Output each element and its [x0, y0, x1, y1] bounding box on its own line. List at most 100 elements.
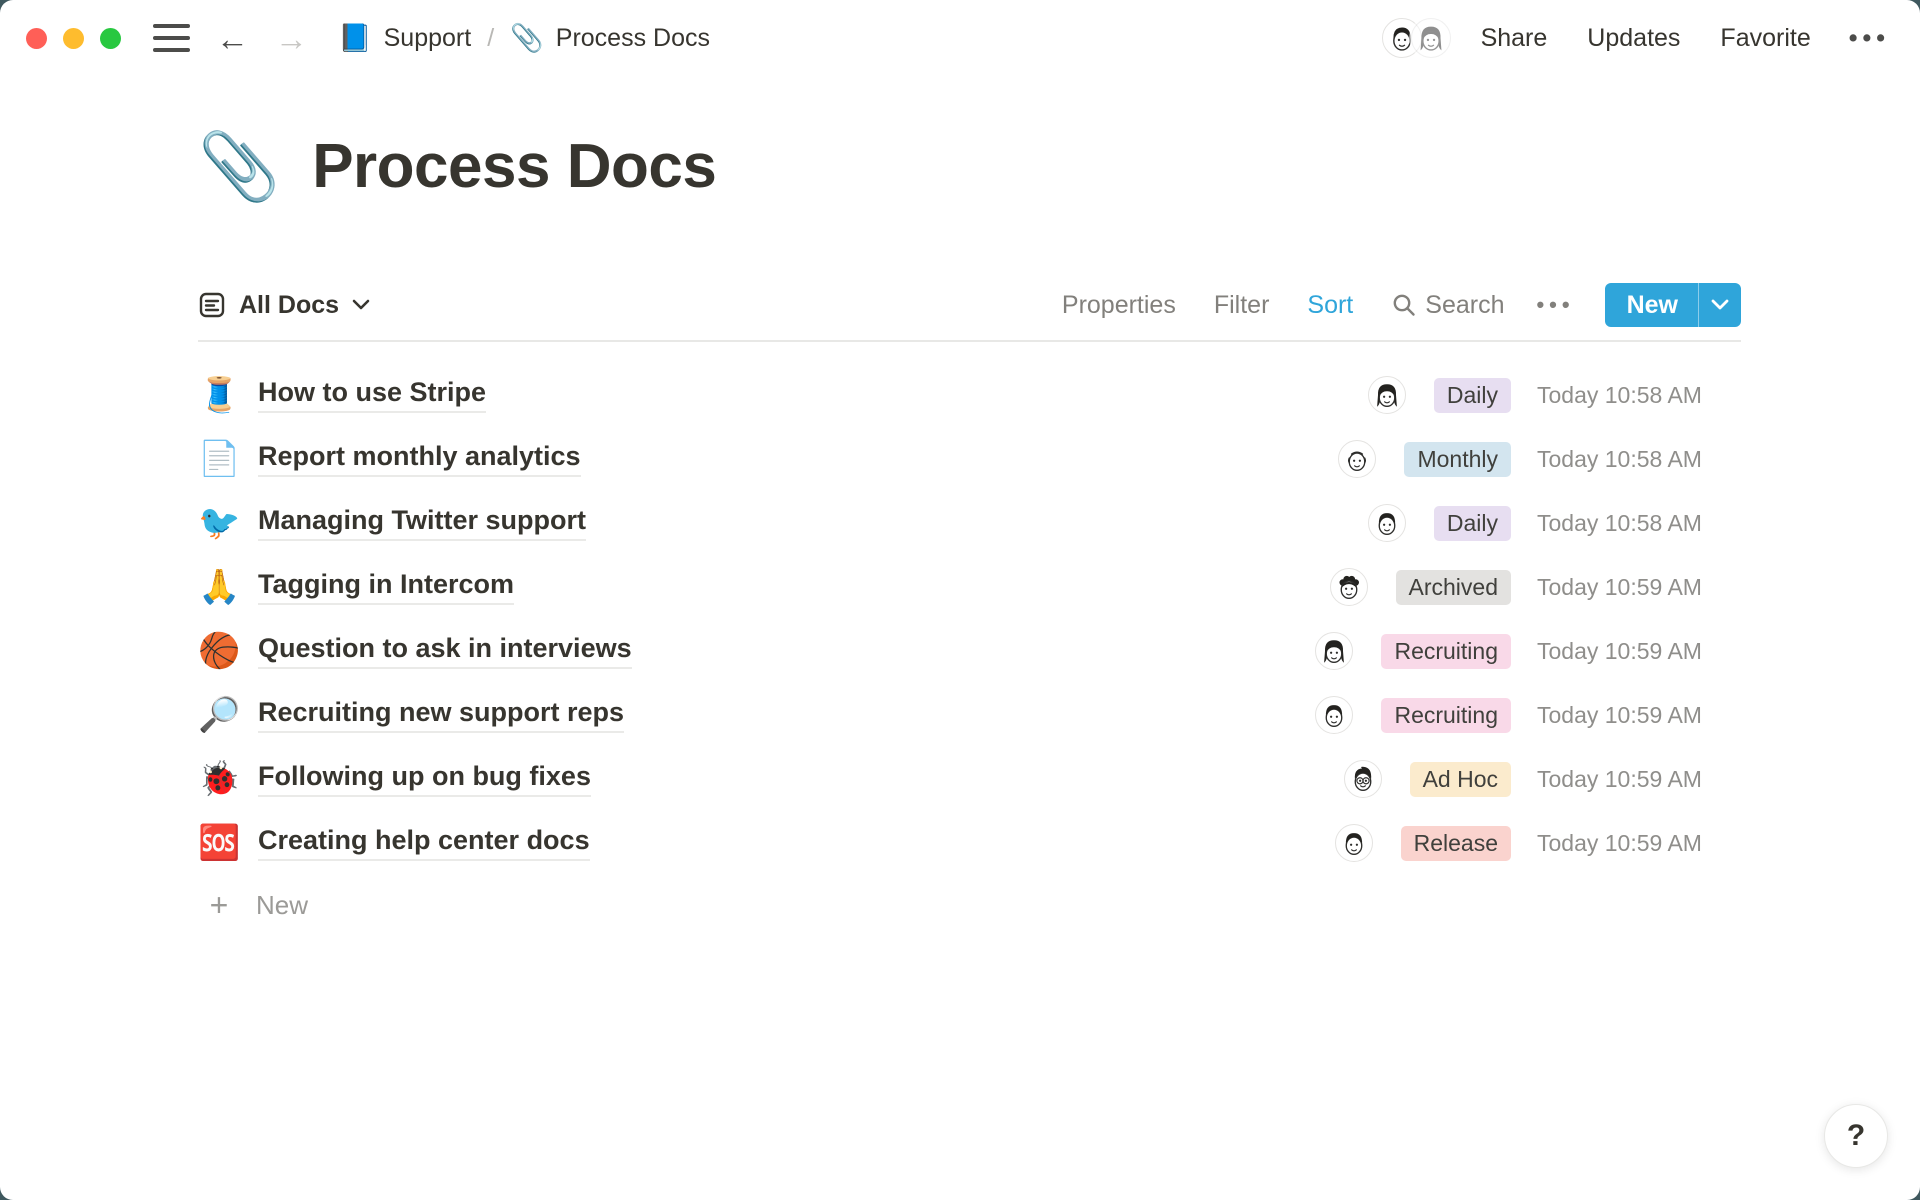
- doc-title[interactable]: Following up on bug fixes: [258, 761, 591, 797]
- new-doc-dropdown[interactable]: [1698, 283, 1741, 327]
- tag-badge[interactable]: Recruiting: [1381, 634, 1511, 669]
- person-avatar[interactable]: [1338, 440, 1376, 478]
- favorite-button[interactable]: Favorite: [1720, 24, 1810, 53]
- table-row[interactable]: 🐦 Managing Twitter support Daily Today 1…: [198, 491, 1741, 555]
- sort-button[interactable]: Sort: [1307, 291, 1353, 320]
- tag-badge[interactable]: Recruiting: [1381, 698, 1511, 733]
- doc-cell[interactable]: 🐞 Following up on bug fixes: [198, 761, 1151, 797]
- person-avatar[interactable]: [1368, 504, 1406, 542]
- doc-title[interactable]: Report monthly analytics: [258, 441, 581, 477]
- tag-badge[interactable]: Release: [1401, 826, 1511, 861]
- person-avatar[interactable]: [1315, 696, 1353, 734]
- top-bar: ← → 📘 Support / 📎 Process Docs Share Upd…: [0, 0, 1920, 76]
- table-row[interactable]: 🐞 Following up on bug fixes Ad Hoc Today…: [198, 747, 1741, 811]
- filter-button[interactable]: Filter: [1214, 291, 1270, 320]
- person-avatar[interactable]: [1344, 760, 1382, 798]
- person-and-tag-cell: Monthly: [1151, 440, 1511, 478]
- doc-title[interactable]: Question to ask in interviews: [258, 633, 632, 669]
- person-avatar[interactable]: [1335, 824, 1373, 862]
- table-row[interactable]: 🏀 Question to ask in interviews Recruiti…: [198, 619, 1741, 683]
- close-button[interactable]: [26, 28, 47, 49]
- breadcrumb: 📘 Support / 📎 Process Docs: [338, 22, 710, 54]
- view-toolbar: All Docs Properties Filter Sort Search •…: [198, 270, 1741, 342]
- zoom-button[interactable]: [100, 28, 121, 49]
- last-edited-time: Today 10:59 AM: [1537, 830, 1741, 857]
- search-button[interactable]: Search: [1391, 291, 1504, 320]
- person-and-tag-cell: Ad Hoc: [1151, 760, 1511, 798]
- doc-cell[interactable]: 🐦 Managing Twitter support: [198, 505, 1151, 541]
- docs-table: 🧵 How to use Stripe Daily Today 10:58 AM…: [198, 363, 1741, 935]
- person-and-tag-cell: Recruiting: [1151, 696, 1511, 734]
- help-button[interactable]: ?: [1824, 1104, 1888, 1168]
- app-window: ← → 📘 Support / 📎 Process Docs Share Upd…: [0, 0, 1920, 1200]
- more-options-icon[interactable]: •••: [1849, 24, 1890, 53]
- tag-badge[interactable]: Archived: [1396, 570, 1511, 605]
- doc-title[interactable]: How to use Stripe: [258, 377, 486, 413]
- view-switcher[interactable]: All Docs: [198, 291, 370, 320]
- person-avatar[interactable]: [1368, 376, 1406, 414]
- doc-title[interactable]: Tagging in Intercom: [258, 569, 514, 605]
- doc-emoji-icon: 🙏: [198, 570, 240, 604]
- doc-cell[interactable]: 🔎 Recruiting new support reps: [198, 697, 1151, 733]
- minimize-button[interactable]: [63, 28, 84, 49]
- table-row[interactable]: 🆘 Creating help center docs Release Toda…: [198, 811, 1741, 875]
- back-arrow-icon[interactable]: ←: [216, 22, 249, 55]
- breadcrumb-workspace[interactable]: Support: [384, 24, 472, 53]
- breadcrumb-separator: /: [487, 24, 494, 53]
- doc-cell[interactable]: 🆘 Creating help center docs: [198, 825, 1151, 861]
- properties-button[interactable]: Properties: [1062, 291, 1176, 320]
- updates-button[interactable]: Updates: [1587, 24, 1680, 53]
- doc-emoji-icon: 🐞: [198, 762, 240, 796]
- doc-emoji-icon: 📄: [198, 442, 240, 476]
- last-edited-time: Today 10:59 AM: [1537, 766, 1741, 793]
- collaborator-avatars[interactable]: [1382, 18, 1451, 58]
- list-view-icon: [198, 291, 226, 319]
- person-and-tag-cell: Daily: [1151, 376, 1511, 414]
- last-edited-time: Today 10:59 AM: [1537, 702, 1741, 729]
- doc-emoji-icon: 🆘: [198, 826, 240, 860]
- avatar-woman: [1411, 18, 1451, 58]
- doc-title[interactable]: Creating help center docs: [258, 825, 590, 861]
- doc-cell[interactable]: 📄 Report monthly analytics: [198, 441, 1151, 477]
- tag-badge[interactable]: Daily: [1434, 378, 1511, 413]
- doc-emoji-icon: 🏀: [198, 634, 240, 668]
- page-content: 📎 Process Docs All Docs Properties Filte…: [198, 122, 1741, 935]
- table-row[interactable]: 🙏 Tagging in Intercom Archived Today 10:…: [198, 555, 1741, 619]
- last-edited-time: Today 10:59 AM: [1537, 638, 1741, 665]
- doc-emoji-icon: 🔎: [198, 698, 240, 732]
- person-and-tag-cell: Archived: [1151, 568, 1511, 606]
- tag-badge[interactable]: Ad Hoc: [1410, 762, 1511, 797]
- chevron-down-icon: [352, 299, 370, 311]
- table-row[interactable]: 🔎 Recruiting new support reps Recruiting…: [198, 683, 1741, 747]
- table-row[interactable]: 🧵 How to use Stripe Daily Today 10:58 AM: [198, 363, 1741, 427]
- forward-arrow-icon[interactable]: →: [275, 22, 308, 55]
- new-doc-button[interactable]: New: [1605, 283, 1698, 327]
- tag-badge[interactable]: Monthly: [1404, 442, 1511, 477]
- doc-cell[interactable]: 🏀 Question to ask in interviews: [198, 633, 1151, 669]
- new-doc-split-button[interactable]: New: [1605, 283, 1741, 327]
- sidebar-menu-icon[interactable]: [153, 24, 190, 52]
- person-avatar[interactable]: [1330, 568, 1368, 606]
- window-controls: [26, 28, 121, 49]
- add-new-doc-label: New: [256, 890, 308, 921]
- table-row[interactable]: 📄 Report monthly analytics Monthly Today…: [198, 427, 1741, 491]
- doc-title[interactable]: Managing Twitter support: [258, 505, 586, 541]
- doc-emoji-icon: 🐦: [198, 506, 240, 540]
- page-paperclip-icon[interactable]: 📎: [198, 133, 280, 199]
- page-title[interactable]: Process Docs: [312, 131, 716, 202]
- doc-title[interactable]: Recruiting new support reps: [258, 697, 624, 733]
- last-edited-time: Today 10:58 AM: [1537, 446, 1741, 473]
- view-more-icon[interactable]: •••: [1536, 292, 1574, 318]
- doc-cell[interactable]: 🧵 How to use Stripe: [198, 377, 1151, 413]
- last-edited-time: Today 10:58 AM: [1537, 510, 1741, 537]
- person-and-tag-cell: Recruiting: [1151, 632, 1511, 670]
- breadcrumb-page[interactable]: Process Docs: [556, 24, 710, 53]
- person-avatar[interactable]: [1315, 632, 1353, 670]
- tag-badge[interactable]: Daily: [1434, 506, 1511, 541]
- share-button[interactable]: Share: [1481, 24, 1548, 53]
- add-new-doc-row[interactable]: + New: [198, 875, 1741, 935]
- paperclip-icon: 📎: [510, 22, 544, 54]
- chevron-down-icon: [1711, 299, 1729, 311]
- last-edited-time: Today 10:59 AM: [1537, 574, 1741, 601]
- doc-cell[interactable]: 🙏 Tagging in Intercom: [198, 569, 1151, 605]
